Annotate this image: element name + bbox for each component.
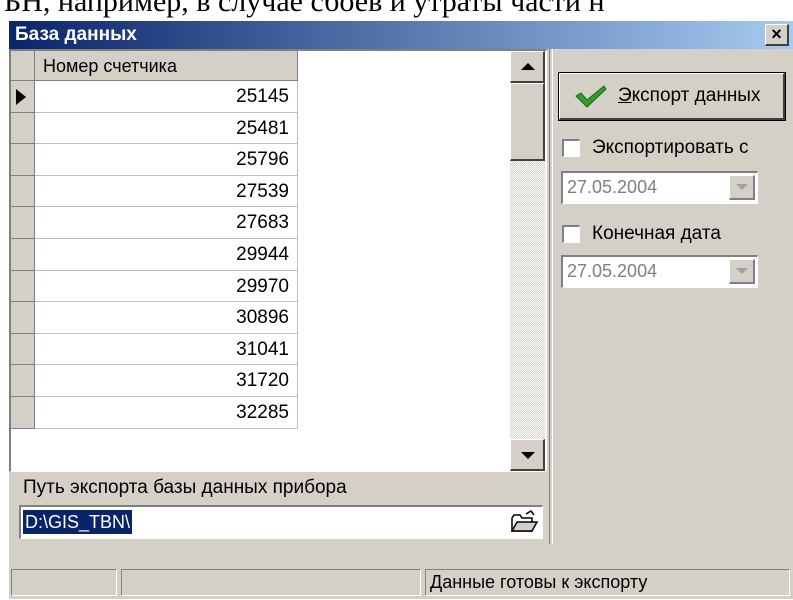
export-path-input[interactable]: D:\GIS_TBN\ — [19, 505, 543, 539]
status-bar: Данные готовы к экспорту — [9, 565, 793, 600]
window-title: База данных — [15, 24, 137, 45]
open-folder-icon[interactable] — [509, 509, 539, 535]
row-indicator[interactable] — [11, 302, 35, 334]
row-indicator[interactable] — [11, 396, 35, 429]
row-indicator-header — [11, 51, 35, 81]
chevron-down-icon — [736, 184, 748, 190]
end-date-checkbox[interactable] — [562, 225, 580, 243]
end-date-label[interactable]: Конечная дата — [592, 223, 721, 245]
scroll-down-button[interactable] — [510, 439, 545, 471]
meter-number-cell[interactable]: 27683 — [35, 207, 298, 239]
row-indicator[interactable] — [11, 112, 35, 145]
row-indicator[interactable] — [11, 144, 35, 176]
checkmark-icon — [575, 85, 607, 108]
meter-grid[interactable]: Номер счетчика 25145 25481 25796 27539 27683… — [9, 49, 547, 472]
meter-number-cell[interactable]: 31041 — [35, 333, 298, 366]
chevron-down-icon — [736, 268, 748, 274]
table-row[interactable]: 25481 — [11, 112, 298, 145]
end-date-field: 27.05.2004 — [561, 255, 758, 288]
meter-number-cell[interactable]: 30896 — [35, 302, 298, 334]
table-row[interactable]: 29944 — [11, 238, 298, 271]
export-from-date: 27.05.2004 — [561, 171, 758, 204]
table-row[interactable]: 32285 — [11, 396, 298, 429]
row-indicator[interactable] — [11, 365, 35, 397]
export-from-date-value: 27.05.2004 — [567, 177, 658, 197]
meter-number-cell[interactable]: 27539 — [35, 175, 298, 208]
row-indicator[interactable] — [11, 333, 35, 366]
close-button[interactable]: × — [765, 24, 789, 46]
row-indicator[interactable] — [11, 270, 35, 303]
grid-vertical-scrollbar[interactable] — [510, 51, 545, 471]
grid-header: Номер счетчика — [11, 51, 298, 81]
meter-number-cell[interactable]: 29970 — [35, 270, 298, 303]
meter-number-cell[interactable]: 25481 — [35, 112, 298, 145]
table-row[interactable]: 27539 — [11, 175, 298, 208]
arrow-down-icon — [521, 452, 535, 459]
table-row[interactable]: 25145 — [11, 81, 298, 113]
background-document-text: БН, например, в случае сбоев и утраты ча… — [4, 0, 605, 18]
row-indicator[interactable] — [11, 238, 35, 271]
current-row-arrow-icon — [16, 89, 26, 105]
grid-rows: 25145 25481 25796 27539 27683 29944 29970 30896… — [11, 81, 298, 429]
status-panel-1 — [11, 569, 117, 596]
export-data-button[interactable]: Экспорт данных — [558, 72, 786, 121]
export-path-value[interactable]: D:\GIS_TBN\ — [23, 510, 133, 534]
column-header-meter-number[interactable]: Номер счетчика — [35, 51, 298, 81]
arrow-up-icon — [521, 63, 535, 70]
meter-number-cell[interactable]: 25145 — [35, 81, 298, 113]
panel-divider — [549, 49, 553, 544]
table-row[interactable]: 27683 — [11, 207, 298, 239]
row-indicator[interactable] — [11, 81, 35, 113]
title-bar[interactable]: База данных × — [9, 21, 793, 49]
table-row[interactable]: 29970 — [11, 270, 298, 303]
export-from-checkbox[interactable] — [562, 139, 580, 157]
meter-number-cell[interactable]: 32285 — [35, 396, 298, 429]
table-row[interactable]: 30896 — [11, 302, 298, 334]
table-row[interactable]: 31041 — [11, 333, 298, 366]
end-date-value: 27.05.2004 — [567, 261, 658, 281]
export-path-label: Путь экспорта базы данных прибора — [23, 477, 347, 498]
database-window: База данных × Номер счетчика 25145 25481 2… — [8, 20, 793, 599]
meter-number-cell[interactable]: 31720 — [35, 365, 298, 397]
meter-number-cell[interactable]: 25796 — [35, 144, 298, 176]
status-panel-2 — [121, 569, 421, 596]
row-indicator[interactable] — [11, 175, 35, 208]
export-from-label[interactable]: Экспортировать с — [592, 137, 749, 159]
status-message: Данные готовы к экспорту — [425, 569, 790, 596]
table-row[interactable]: 31720 — [11, 365, 298, 397]
export-from-date-dropdown — [729, 175, 755, 200]
close-icon: × — [771, 24, 782, 44]
scroll-thumb[interactable] — [510, 83, 545, 161]
export-data-label: Экспорт данных — [618, 85, 761, 106]
row-indicator[interactable] — [11, 207, 35, 239]
meter-number-cell[interactable]: 29944 — [35, 238, 298, 271]
end-date-dropdown — [729, 259, 755, 284]
table-row[interactable]: 25796 — [11, 144, 298, 176]
scroll-up-button[interactable] — [510, 51, 545, 83]
